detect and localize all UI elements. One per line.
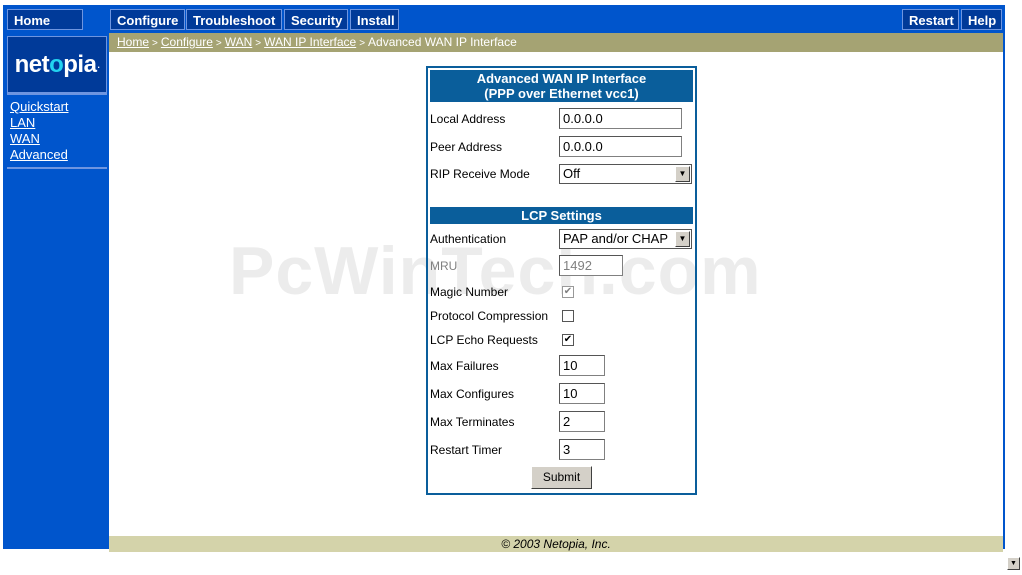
rip-receive-mode-value: Off bbox=[563, 166, 581, 181]
lcp-settings-header: LCP Settings bbox=[430, 207, 693, 224]
max-configures-input[interactable]: 10 bbox=[559, 383, 605, 404]
local-address-label: Local Address bbox=[430, 112, 506, 126]
sidebar-nav: Quickstart LAN WAN Advanced bbox=[10, 99, 69, 163]
breadcrumb-sep: > bbox=[255, 38, 262, 49]
nav-troubleshoot-button[interactable]: Troubleshoot bbox=[186, 9, 282, 30]
nav-home-button[interactable]: Home bbox=[7, 9, 83, 30]
dropdown-arrow-icon: ▼ bbox=[675, 166, 690, 182]
breadcrumb-wan[interactable]: WAN bbox=[225, 35, 253, 49]
protocol-compression-label: Protocol Compression bbox=[430, 309, 549, 323]
sidebar-divider bbox=[7, 93, 107, 95]
dropdown-arrow-icon: ▼ bbox=[675, 231, 690, 247]
authentication-select[interactable]: PAP and/or CHAP ▼ bbox=[559, 229, 692, 249]
authentication-value: PAP and/or CHAP bbox=[563, 231, 669, 246]
breadcrumb-configure[interactable]: Configure bbox=[161, 35, 213, 49]
sidebar-link-lan[interactable]: LAN bbox=[10, 115, 69, 131]
sidebar-divider bbox=[7, 167, 107, 169]
main-content: PcWinTech.com Advanced WAN IP Interface … bbox=[109, 52, 1003, 536]
rip-receive-mode-label: RIP Receive Mode bbox=[430, 167, 530, 181]
rip-receive-mode-select[interactable]: Off ▼ bbox=[559, 164, 692, 184]
app-frame: Home Configure Troubleshoot Security Ins… bbox=[3, 5, 1005, 552]
nav-configure-button[interactable]: Configure bbox=[110, 9, 185, 30]
lcp-echo-requests-label: LCP Echo Requests bbox=[430, 333, 538, 347]
restart-timer-input[interactable]: 3 bbox=[559, 439, 605, 460]
sidebar-link-quickstart[interactable]: Quickstart bbox=[10, 99, 69, 115]
nav-install-button[interactable]: Install bbox=[350, 9, 399, 30]
wan-ip-form-panel: Advanced WAN IP Interface (PPP over Ethe… bbox=[426, 66, 697, 495]
form-subtitle: (PPP over Ethernet vcc1) bbox=[484, 86, 639, 101]
mru-input[interactable]: 1492 bbox=[559, 255, 623, 276]
max-configures-label: Max Configures bbox=[430, 387, 515, 401]
breadcrumb: Home > Configure > WAN > WAN IP Interface > Adva… bbox=[109, 33, 1003, 52]
form-header: Advanced WAN IP Interface (PPP over Ethe… bbox=[430, 70, 693, 102]
submit-button[interactable]: Submit bbox=[531, 466, 592, 489]
max-terminates-label: Max Terminates bbox=[430, 415, 515, 429]
max-failures-label: Max Failures bbox=[430, 359, 499, 373]
max-failures-input[interactable]: 10 bbox=[559, 355, 605, 376]
breadcrumb-home[interactable]: Home bbox=[117, 35, 149, 49]
nav-restart-button[interactable]: Restart bbox=[902, 9, 959, 30]
scrollbar-track bbox=[1005, 0, 1022, 575]
mru-label: MRU bbox=[430, 259, 458, 273]
breadcrumb-sep: > bbox=[215, 38, 222, 49]
breadcrumb-wan-ip-interface[interactable]: WAN IP Interface bbox=[264, 35, 356, 49]
breadcrumb-sep: > bbox=[359, 38, 366, 49]
netopia-logo: net o pia. bbox=[7, 36, 107, 93]
peer-address-input[interactable]: 0.0.0.0 bbox=[559, 136, 682, 157]
protocol-compression-checkbox[interactable] bbox=[562, 310, 574, 322]
scroll-down-icon[interactable]: ▼ bbox=[1007, 557, 1020, 570]
local-address-input[interactable]: 0.0.0.0 bbox=[559, 108, 682, 129]
footer: © 2003 Netopia, Inc. bbox=[109, 536, 1003, 552]
magic-number-checkbox[interactable]: ✔ bbox=[562, 286, 574, 298]
sidebar-link-wan[interactable]: WAN bbox=[10, 131, 69, 147]
authentication-label: Authentication bbox=[430, 232, 507, 246]
nav-security-button[interactable]: Security bbox=[284, 9, 348, 30]
breadcrumb-current: Advanced WAN IP Interface bbox=[368, 35, 517, 49]
nav-help-button[interactable]: Help bbox=[961, 9, 1002, 30]
lcp-echo-requests-checkbox[interactable]: ✔ bbox=[562, 334, 574, 346]
breadcrumb-sep: > bbox=[152, 38, 158, 49]
restart-timer-label: Restart Timer bbox=[430, 443, 503, 457]
form-title: Advanced WAN IP Interface bbox=[476, 71, 647, 86]
magic-number-label: Magic Number bbox=[430, 285, 509, 299]
peer-address-label: Peer Address bbox=[430, 140, 503, 154]
sidebar-link-advanced[interactable]: Advanced bbox=[10, 147, 69, 163]
max-terminates-input[interactable]: 2 bbox=[559, 411, 605, 432]
